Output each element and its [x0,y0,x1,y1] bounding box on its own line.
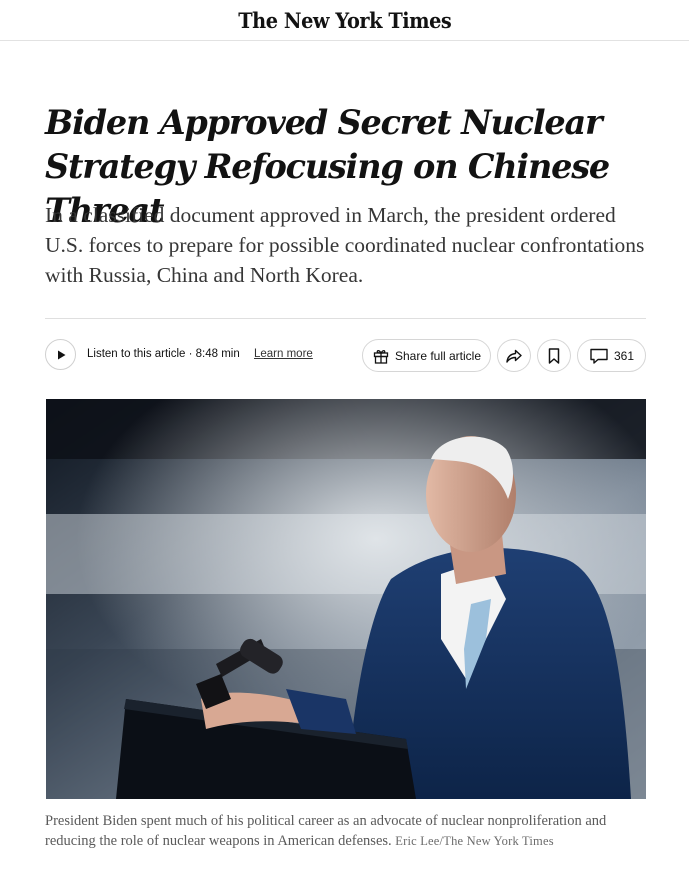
gift-icon [373,349,389,364]
nyt-logo[interactable]: The New York Times [238,8,452,33]
photo-illustration [46,399,646,799]
comment-count: 361 [613,348,635,363]
article-summary: In a classified document approved in Mar… [45,203,645,287]
share-full-article-label: Share full article [394,348,482,363]
play-icon [57,350,65,359]
photo-credit: Eric Lee/The New York Times [395,834,554,848]
play-audio-button[interactable] [45,339,76,370]
masthead: The New York Times [0,0,689,41]
article-photo [46,399,646,799]
photo-caption: President Biden spent much of his politi… [45,811,645,851]
comments-button[interactable]: 361 [577,339,646,372]
listen-label: Listen to this article · 8:48 min [87,348,240,360]
divider [45,318,646,319]
comment-icon [590,348,608,364]
bookmark-icon [548,347,560,364]
share-button[interactable] [497,339,531,372]
share-arrow-icon [506,349,522,363]
save-button[interactable] [537,339,571,372]
article-toolbar: Listen to this article · 8:48 min Learn … [45,338,646,373]
share-full-article-button[interactable]: Share full article [362,339,491,372]
learn-more-link[interactable]: Learn more [254,348,313,360]
